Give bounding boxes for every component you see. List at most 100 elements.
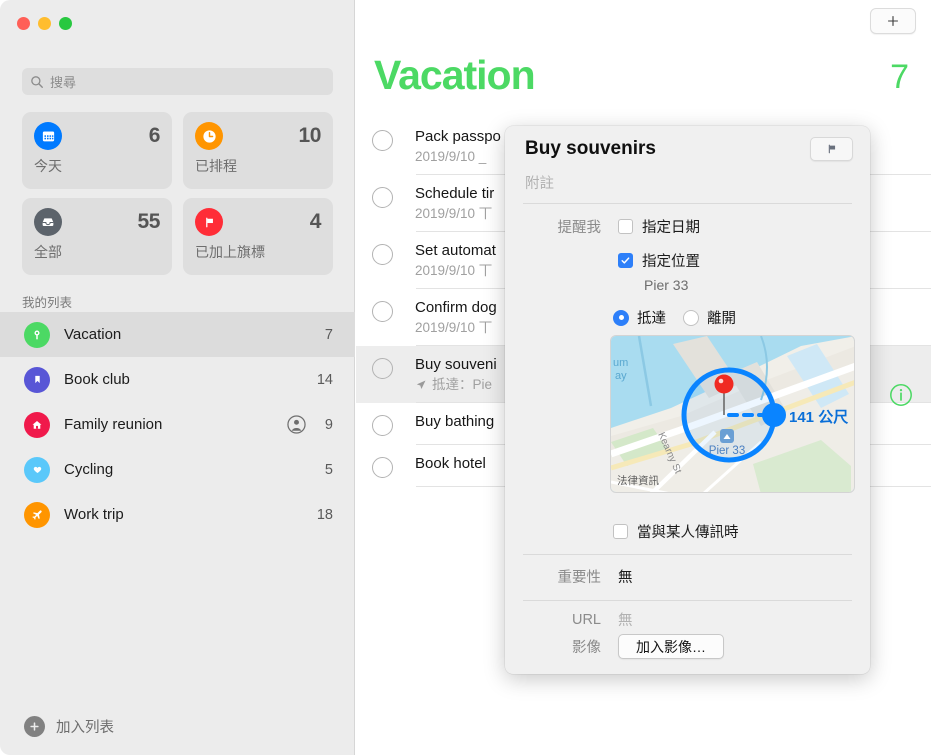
task-subtitle: 2019/9/10 丅 bbox=[415, 205, 492, 223]
task-detail-popover: Buy souvenirs 附註 提醒我 指定日期 指定位置 Pier 33 bbox=[505, 126, 870, 674]
airplane-icon bbox=[24, 502, 50, 528]
sidebar-item-family-reunion[interactable]: Family reunion 9 bbox=[0, 402, 355, 447]
image-label: 影像 bbox=[523, 636, 601, 657]
divider bbox=[523, 554, 852, 555]
task-checkbox[interactable] bbox=[372, 415, 393, 436]
remind-on-day-checkbox[interactable] bbox=[618, 219, 633, 234]
popover-title: Buy souvenirs bbox=[525, 138, 656, 160]
remind-on-day-label: 指定日期 bbox=[642, 216, 700, 237]
sidebar-item-count: 5 bbox=[315, 462, 333, 478]
zoom-button[interactable] bbox=[59, 17, 72, 30]
priority-value[interactable]: 無 bbox=[618, 566, 633, 587]
notes-field[interactable]: 附註 bbox=[525, 172, 554, 193]
flag-icon bbox=[825, 142, 839, 156]
info-button[interactable] bbox=[889, 383, 913, 407]
sidebar-item-label: Cycling bbox=[64, 461, 315, 478]
smart-list-label: 全部 bbox=[34, 242, 160, 262]
task-checkbox[interactable] bbox=[372, 301, 393, 322]
task-title: Buy bathing bbox=[415, 413, 494, 431]
remind-at-location-row: 指定位置 bbox=[618, 250, 700, 271]
map-radius-label: 141 公尺 bbox=[789, 409, 848, 426]
house-icon bbox=[24, 412, 50, 438]
smart-list-label: 今天 bbox=[34, 156, 160, 176]
task-checkbox[interactable] bbox=[372, 244, 393, 265]
smart-list-scheduled[interactable]: 10 已排程 bbox=[183, 112, 333, 189]
task-subtitle: 抵達：Pie bbox=[432, 376, 492, 394]
inbox-icon bbox=[34, 208, 62, 236]
location-map[interactable]: um ay Kearny St 法律資訊 Pier 33 bbox=[610, 335, 855, 493]
messaging-reminder-checkbox[interactable] bbox=[613, 524, 628, 539]
sidebar-item-label: Family reunion bbox=[64, 416, 287, 433]
smart-list-count: 10 bbox=[298, 124, 321, 148]
window-traffic-lights bbox=[17, 17, 72, 30]
map-water-label-2: ay bbox=[615, 370, 627, 382]
sidebar-item-count: 7 bbox=[315, 327, 333, 343]
task-title: Schedule tir bbox=[415, 185, 494, 203]
task-checkbox[interactable] bbox=[372, 187, 393, 208]
task-checkbox[interactable] bbox=[372, 130, 393, 151]
task-subtitle: 2019/9/10 _ bbox=[415, 148, 486, 166]
remind-on-day-row: 提醒我 指定日期 bbox=[523, 216, 852, 237]
sidebar-item-count: 18 bbox=[315, 507, 333, 523]
radio-arriving-label: 抵達 bbox=[637, 307, 666, 328]
radio-arriving[interactable] bbox=[613, 310, 629, 326]
add-list-label: 加入列表 bbox=[56, 716, 114, 737]
reminders-window: 搜尋 bbox=[0, 0, 931, 755]
sidebar-item-label: Vacation bbox=[64, 326, 315, 343]
map-legal-label: 法律資訊 bbox=[617, 474, 659, 487]
sidebar: 搜尋 bbox=[0, 0, 355, 755]
radio-leaving[interactable] bbox=[683, 310, 699, 326]
map-water-label-1: um bbox=[613, 357, 628, 369]
task-checkbox[interactable] bbox=[372, 358, 393, 379]
flag-toggle-button[interactable] bbox=[810, 137, 853, 161]
minimize-button[interactable] bbox=[38, 17, 51, 30]
smart-list-count: 4 bbox=[310, 210, 321, 234]
add-task-button[interactable] bbox=[870, 8, 916, 34]
location-value: Pier 33 bbox=[644, 277, 688, 293]
sidebar-item-count: 9 bbox=[315, 417, 333, 433]
messaging-reminder-row: 當與某人傳訊時 bbox=[613, 521, 739, 542]
bookmark-icon bbox=[24, 367, 50, 393]
smart-list-label: 已排程 bbox=[195, 156, 321, 176]
page-title: Vacation bbox=[374, 52, 535, 99]
trigger-radio-group: 抵達 離開 bbox=[613, 307, 736, 328]
messaging-reminder-label: 當與某人傳訊時 bbox=[637, 521, 739, 542]
url-label: URL bbox=[523, 612, 601, 628]
search-input[interactable]: 搜尋 bbox=[22, 68, 333, 95]
smart-list-today[interactable]: 6 今天 bbox=[22, 112, 172, 189]
map-canvas: um ay Kearny St 法律資訊 Pier 33 bbox=[611, 336, 855, 493]
close-button[interactable] bbox=[17, 17, 30, 30]
url-value[interactable]: 無 bbox=[618, 609, 633, 630]
page-title-count: 7 bbox=[890, 58, 909, 97]
plus-icon bbox=[24, 716, 45, 737]
task-title: Buy souveni bbox=[415, 356, 497, 374]
sidebar-item-label: Work trip bbox=[64, 506, 315, 523]
sidebar-item-book-club[interactable]: Book club 14 bbox=[0, 357, 355, 402]
smart-list-flagged[interactable]: 4 已加上旗標 bbox=[183, 198, 333, 275]
add-image-button[interactable]: 加入影像… bbox=[618, 634, 724, 659]
smart-list-count: 6 bbox=[149, 124, 160, 148]
divider bbox=[523, 600, 852, 601]
add-list-button[interactable]: 加入列表 bbox=[24, 716, 114, 737]
sidebar-item-work-trip[interactable]: Work trip 18 bbox=[0, 492, 355, 537]
task-title: Pack passpo bbox=[415, 128, 501, 146]
plus-icon bbox=[886, 14, 900, 28]
smart-list-all[interactable]: 55 全部 bbox=[22, 198, 172, 275]
sidebar-item-label: Book club bbox=[64, 371, 315, 388]
remind-at-location-label: 指定位置 bbox=[642, 250, 700, 271]
image-row: 影像 加入影像… bbox=[523, 634, 852, 659]
task-subtitle: 2019/9/10 丅 bbox=[415, 262, 492, 280]
shared-person-icon bbox=[287, 415, 306, 434]
sidebar-item-count: 14 bbox=[315, 372, 333, 388]
radio-leaving-label: 離開 bbox=[707, 307, 736, 328]
sidebar-item-vacation[interactable]: Vacation 7 bbox=[0, 312, 355, 357]
map-pin-label: Pier 33 bbox=[709, 445, 745, 457]
clock-icon bbox=[195, 122, 223, 150]
task-title: Confirm dog bbox=[415, 299, 497, 317]
remind-at-location-checkbox[interactable] bbox=[618, 253, 633, 268]
task-checkbox[interactable] bbox=[372, 457, 393, 478]
pin-icon bbox=[24, 322, 50, 348]
sidebar-item-cycling[interactable]: Cycling 5 bbox=[0, 447, 355, 492]
remind-label: 提醒我 bbox=[523, 216, 601, 237]
task-title: Set automat bbox=[415, 242, 496, 260]
